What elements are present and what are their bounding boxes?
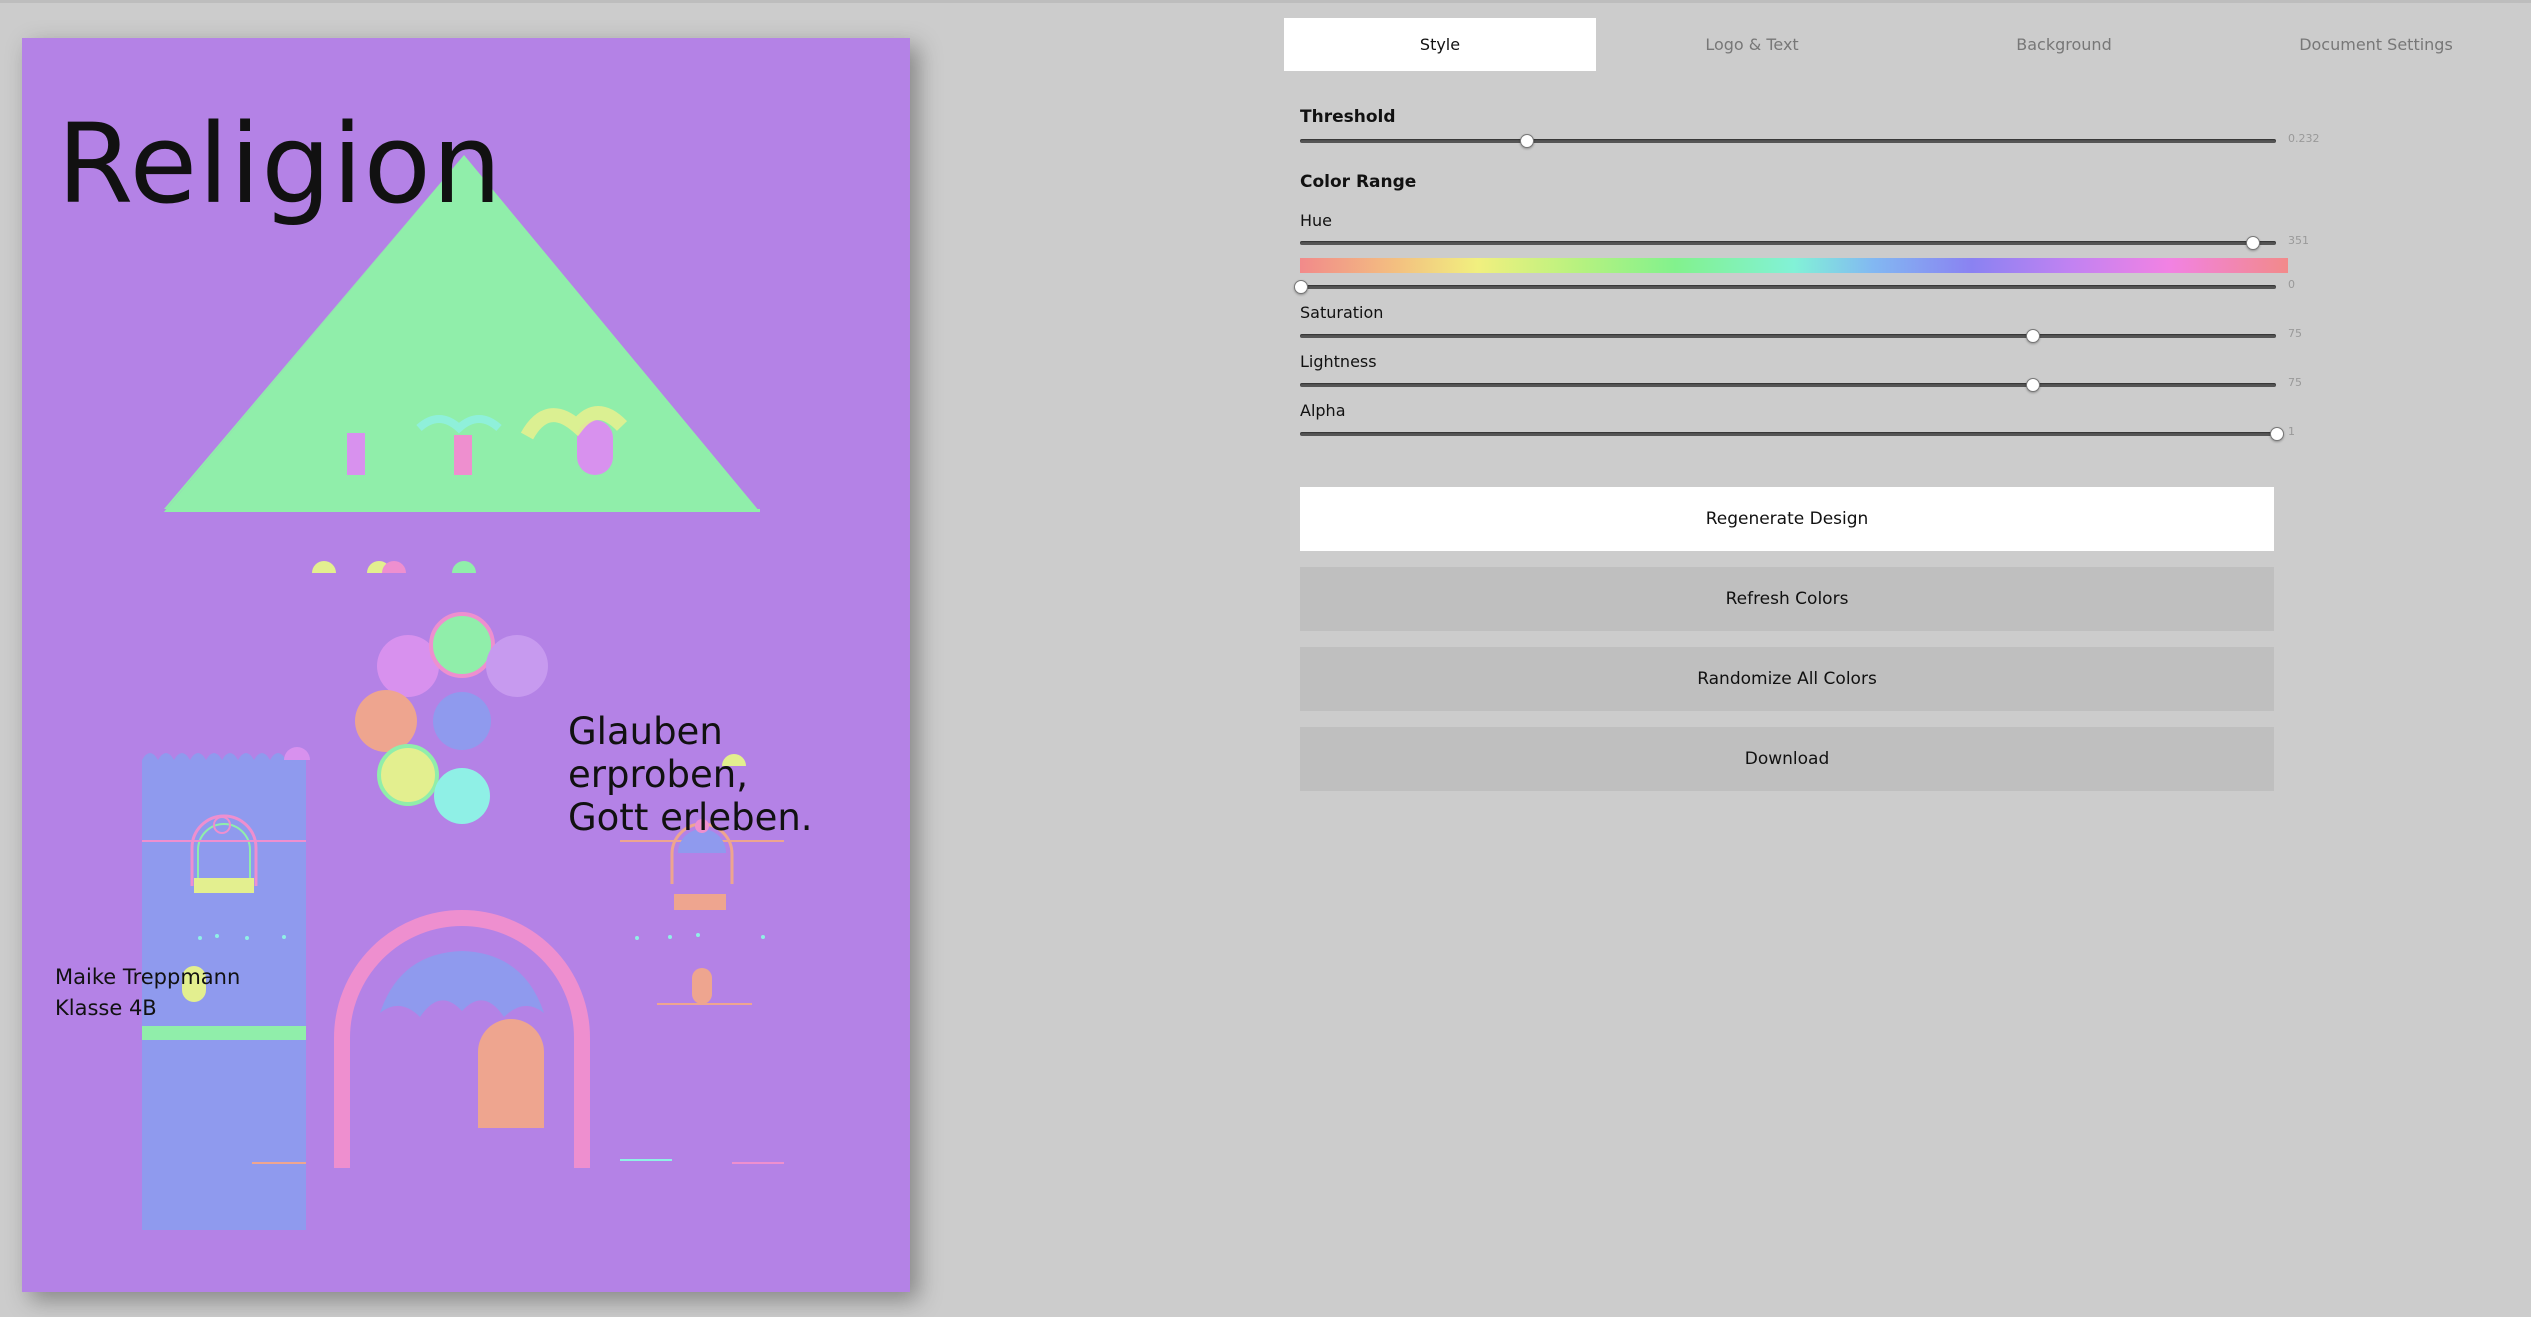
poster-title: Religion <box>57 100 503 228</box>
threshold-label: Threshold <box>1300 107 1396 127</box>
tab-document-settings[interactable]: Document Settings <box>2220 18 2531 71</box>
tagline-line-2: Gott erleben. <box>568 796 813 839</box>
saturation-label: Saturation <box>1300 303 1384 322</box>
threshold-slider[interactable] <box>1300 133 2276 149</box>
hue-spectrum-bar <box>1300 258 2288 273</box>
lightness-slider[interactable] <box>1300 377 2276 393</box>
poster-preview: Religion Glauben erproben, Gott erleben.… <box>22 38 910 1292</box>
tab-logo-text[interactable]: Logo & Text <box>1596 18 1908 71</box>
lightness-label: Lightness <box>1300 352 1377 371</box>
tab-background[interactable]: Background <box>1908 18 2220 71</box>
tagline-line-1: Glauben erproben, <box>568 710 748 796</box>
download-button[interactable]: Download <box>1300 727 2274 791</box>
saturation-slider-thumb[interactable] <box>2026 329 2040 343</box>
lightness-slider-thumb[interactable] <box>2026 378 2040 392</box>
poster-author: Maike Treppmann Klasse 4B <box>55 962 240 1024</box>
hue-min-value: 0 <box>2288 278 2295 291</box>
alpha-label: Alpha <box>1300 401 1346 420</box>
alpha-value: 1 <box>2288 425 2295 438</box>
alpha-slider[interactable] <box>1300 426 2284 442</box>
hue-min-slider-thumb[interactable] <box>1294 280 1308 294</box>
poster-tagline: Glauben erproben, Gott erleben. <box>568 710 910 839</box>
randomize-all-colors-button[interactable]: Randomize All Colors <box>1300 647 2274 711</box>
author-class: Klasse 4B <box>55 996 157 1020</box>
settings-tabs: Style Logo & Text Background Document Se… <box>1284 18 2531 71</box>
top-border <box>0 0 2531 3</box>
threshold-slider-thumb[interactable] <box>1520 134 1535 148</box>
saturation-value: 75 <box>2288 327 2302 340</box>
author-name: Maike Treppmann <box>55 965 241 989</box>
hue-max-slider[interactable] <box>1300 235 2276 251</box>
regenerate-design-button[interactable]: Regenerate Design <box>1300 487 2274 551</box>
lightness-value: 75 <box>2288 376 2302 389</box>
hue-max-slider-thumb[interactable] <box>2245 236 2260 250</box>
hue-min-slider[interactable] <box>1294 279 2276 295</box>
hue-max-value: 351 <box>2288 234 2309 247</box>
refresh-colors-button[interactable]: Refresh Colors <box>1300 567 2274 631</box>
saturation-slider[interactable] <box>1300 328 2276 344</box>
tab-style[interactable]: Style <box>1284 18 1596 71</box>
alpha-slider-thumb[interactable] <box>2270 427 2284 441</box>
hue-label: Hue <box>1300 211 1333 230</box>
color-range-label: Color Range <box>1300 172 1417 192</box>
threshold-value: 0.232 <box>2288 132 2320 145</box>
